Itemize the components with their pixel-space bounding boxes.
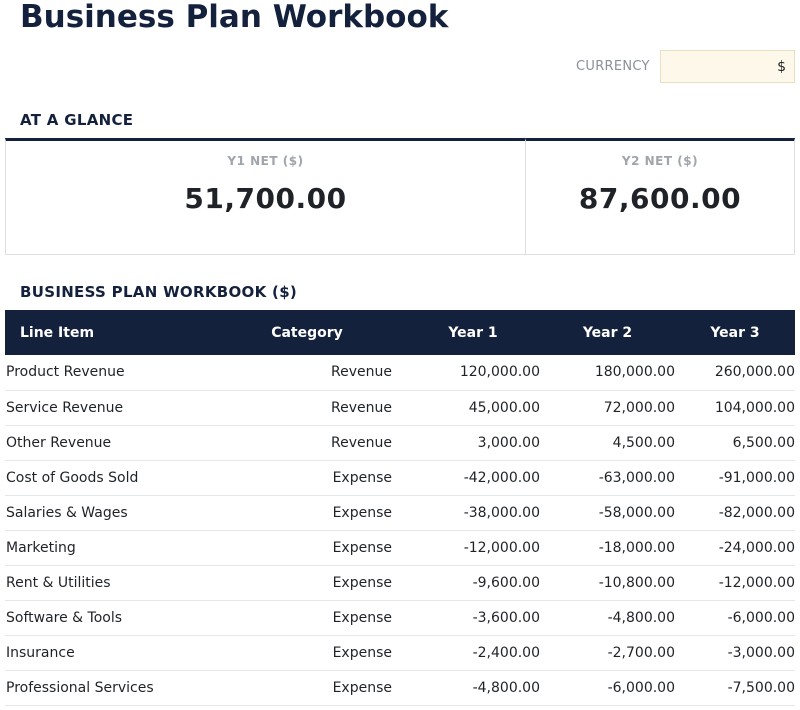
year-2-cell: 180,000.00 <box>594 364 675 381</box>
year-2-cell: -4,800.00 <box>607 609 675 626</box>
category-cell: Expense <box>332 469 392 486</box>
table-row[interactable]: Professional Services Expense -4,800.00 … <box>5 670 795 705</box>
category-cell: Expense <box>332 644 392 661</box>
at-a-glance-cards: Y1 NET ($) 51,700.00 Y2 NET ($) 87,600.0… <box>5 138 795 255</box>
y2-net-value: 87,600.00 <box>578 182 742 215</box>
category-cell: Expense <box>332 539 392 556</box>
column-header-line-item[interactable]: Line Item <box>5 310 208 355</box>
column-header-year-1[interactable]: Year 1 <box>406 310 540 355</box>
year-1-cell: -2,400.00 <box>472 644 540 661</box>
year-3-cell: -7,500.00 <box>727 679 795 696</box>
year-3-cell: -6,000.00 <box>727 609 795 626</box>
table-row[interactable]: Cost of Goods Sold Expense -42,000.00 -6… <box>5 460 795 495</box>
table-header-row: Line Item Category Year 1 Year 2 Year 3 <box>5 310 795 355</box>
category-cell: Expense <box>332 504 392 521</box>
line-item-cell: Product Revenue <box>6 364 125 381</box>
year-1-cell: 45,000.00 <box>468 399 540 416</box>
year-2-cell: -58,000.00 <box>598 504 675 521</box>
year-1-cell: -4,800.00 <box>472 679 540 696</box>
year-3-cell: 6,500.00 <box>732 434 795 451</box>
y2-net-label: Y2 NET ($) <box>621 154 699 168</box>
year-3-cell: 260,000.00 <box>714 364 795 381</box>
year-3-cell: -3,000.00 <box>727 644 795 661</box>
category-cell: Expense <box>332 679 392 696</box>
line-item-cell: Software & Tools <box>6 609 123 626</box>
line-item-cell: Insurance <box>6 644 75 661</box>
year-1-cell: -12,000.00 <box>463 539 540 556</box>
year-1-cell: -42,000.00 <box>463 469 540 486</box>
line-item-cell: Professional Services <box>6 679 154 696</box>
currency-label: CURRENCY <box>576 59 650 74</box>
page-title: Business Plan Workbook <box>20 0 449 35</box>
year-2-cell: -10,800.00 <box>598 574 675 591</box>
year-1-cell: -9,600.00 <box>472 574 540 591</box>
year-3-cell: -24,000.00 <box>718 539 795 556</box>
year-2-cell: 72,000.00 <box>603 399 675 416</box>
category-cell: Expense <box>332 574 392 591</box>
at-a-glance-heading: AT A GLANCE <box>20 111 134 129</box>
y1-net-value: 51,700.00 <box>184 182 347 215</box>
y1-net-label: Y1 NET ($) <box>227 154 304 168</box>
column-header-category[interactable]: Category <box>208 310 406 355</box>
year-1-cell: 120,000.00 <box>459 364 540 381</box>
year-2-cell: 4,500.00 <box>612 434 675 451</box>
table-row[interactable]: Marketing Expense -12,000.00 -18,000.00 … <box>5 530 795 565</box>
line-item-cell: Salaries & Wages <box>6 504 128 521</box>
category-cell: Expense <box>332 609 392 626</box>
year-2-cell: -2,700.00 <box>607 644 675 661</box>
y1-net-card: Y1 NET ($) 51,700.00 <box>5 138 526 255</box>
table-row[interactable]: Product Revenue Revenue 120,000.00 180,0… <box>5 355 795 390</box>
currency-input[interactable] <box>660 50 795 83</box>
table-row[interactable]: Other Revenue Revenue 3,000.00 4,500.00 … <box>5 425 795 460</box>
year-2-cell: -6,000.00 <box>607 679 675 696</box>
line-item-cell: Cost of Goods Sold <box>6 469 139 486</box>
year-3-cell: -82,000.00 <box>718 504 795 521</box>
year-3-cell: -91,000.00 <box>718 469 795 486</box>
year-1-cell: -38,000.00 <box>463 504 540 521</box>
year-1-cell: -3,600.00 <box>472 609 540 626</box>
category-cell: Revenue <box>331 364 392 381</box>
table-row[interactable]: Software & Tools Expense -3,600.00 -4,80… <box>5 600 795 635</box>
table-row[interactable]: Rent & Utilities Expense -9,600.00 -10,8… <box>5 565 795 600</box>
column-header-year-2[interactable]: Year 2 <box>540 310 675 355</box>
year-3-cell: 104,000.00 <box>714 399 795 416</box>
year-3-cell: -12,000.00 <box>718 574 795 591</box>
line-item-cell: Service Revenue <box>6 399 124 416</box>
table-row[interactable]: Salaries & Wages Expense -38,000.00 -58,… <box>5 495 795 530</box>
line-item-cell: Marketing <box>6 539 76 556</box>
business-plan-table: Line Item Category Year 1 Year 2 Year 3 … <box>5 310 795 706</box>
year-1-cell: 3,000.00 <box>477 434 540 451</box>
y2-net-card: Y2 NET ($) 87,600.00 <box>526 138 795 255</box>
line-item-cell: Other Revenue <box>6 434 112 451</box>
year-2-cell: -18,000.00 <box>598 539 675 556</box>
column-header-year-3[interactable]: Year 3 <box>675 310 795 355</box>
table-row[interactable]: Insurance Expense -2,400.00 -2,700.00 -3… <box>5 635 795 670</box>
category-cell: Revenue <box>331 399 392 416</box>
year-2-cell: -63,000.00 <box>598 469 675 486</box>
category-cell: Revenue <box>331 434 392 451</box>
table-row[interactable]: Service Revenue Revenue 45,000.00 72,000… <box>5 390 795 425</box>
workbook-table-heading: BUSINESS PLAN WORKBOOK ($) <box>20 283 298 301</box>
line-item-cell: Rent & Utilities <box>6 574 111 591</box>
